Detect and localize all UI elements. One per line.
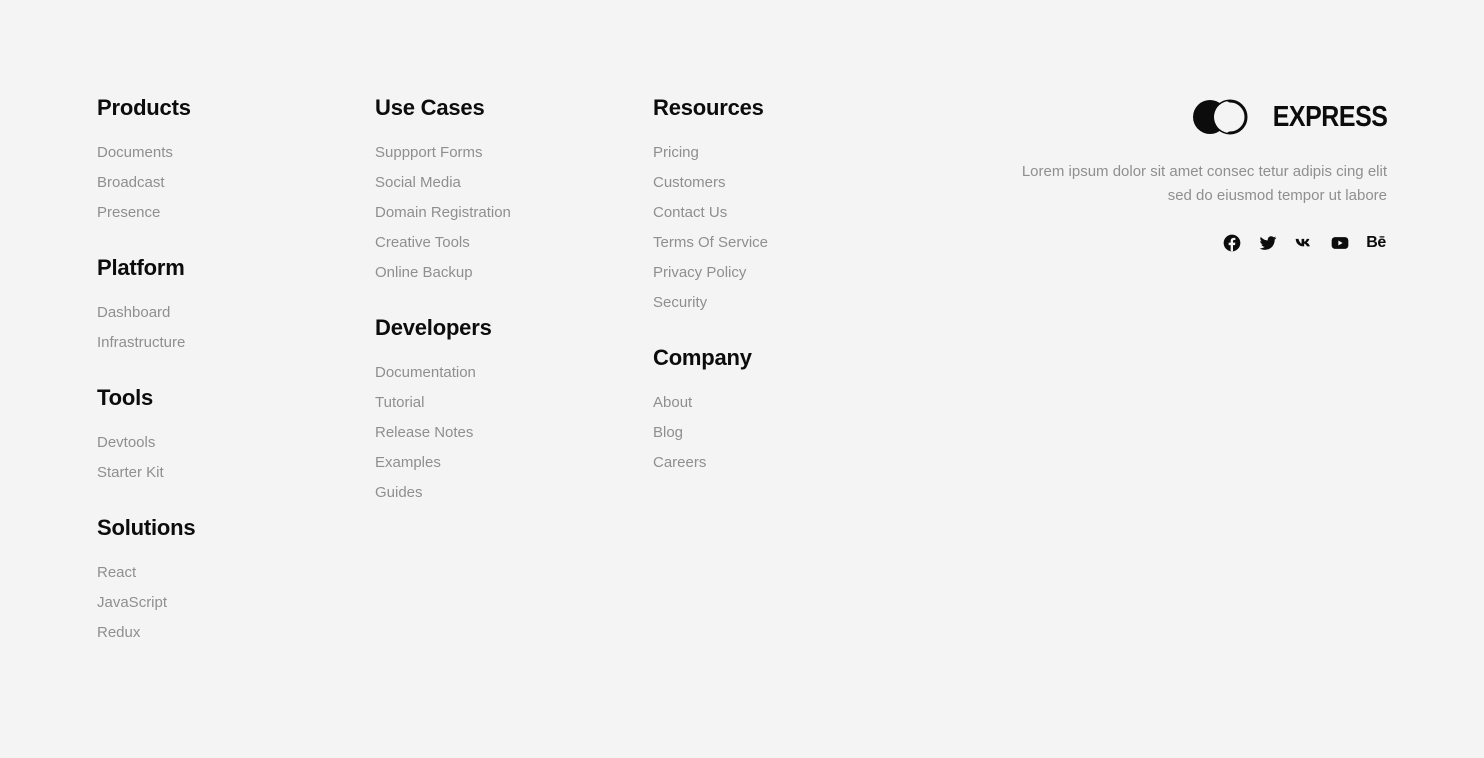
brand-name: EXPRESS: [1272, 100, 1387, 133]
footer-link-domain-registration[interactable]: Domain Registration: [375, 204, 511, 221]
brand-logo[interactable]: EXPRESS: [1192, 98, 1387, 136]
brand-description-line-1: Lorem ipsum dolor sit amet consec tetur …: [1021, 163, 1387, 180]
facebook-link[interactable]: [1221, 232, 1243, 254]
footer-link-guides[interactable]: Guides: [375, 484, 423, 501]
facebook-icon: [1223, 234, 1241, 252]
footer-group-tools: Tools Devtools Starter Kit: [97, 384, 357, 488]
group-heading: Developers: [375, 315, 492, 340]
footer-group-platform: Platform Dashboard Infrastructure: [97, 254, 357, 358]
footer-link-customers[interactable]: Customers: [653, 174, 726, 191]
footer-column-2: Use Cases Suppport Forms Social Media Do…: [375, 94, 635, 534]
footer-link-documentation[interactable]: Documentation: [375, 364, 476, 381]
footer-link-react[interactable]: React: [97, 564, 136, 581]
footer-link-pricing[interactable]: Pricing: [653, 144, 699, 161]
behance-icon: Bē: [1366, 234, 1386, 251]
brand-description: Lorem ipsum dolor sit amet consec tetur …: [967, 160, 1387, 208]
footer-link-contact-us[interactable]: Contact Us: [653, 204, 727, 221]
footer-link-redux[interactable]: Redux: [97, 624, 140, 641]
brand-block: EXPRESS Lorem ipsum dolor sit amet conse…: [967, 98, 1387, 254]
footer-link-careers[interactable]: Careers: [653, 454, 706, 471]
youtube-link[interactable]: [1329, 232, 1351, 254]
behance-link[interactable]: Bē: [1365, 232, 1387, 254]
group-heading: Use Cases: [375, 95, 485, 120]
footer-link-online-backup[interactable]: Online Backup: [375, 264, 473, 281]
vk-icon: [1295, 238, 1310, 247]
twitter-icon: [1259, 236, 1277, 250]
footer-link-support-forms[interactable]: Suppport Forms: [375, 144, 483, 161]
footer-column-3: Resources Pricing Customers Contact Us T…: [653, 94, 913, 504]
footer-link-javascript[interactable]: JavaScript: [97, 594, 167, 611]
footer-link-privacy-policy[interactable]: Privacy Policy: [653, 264, 746, 281]
footer-link-examples[interactable]: Examples: [375, 454, 441, 471]
footer-link-blog[interactable]: Blog: [653, 424, 683, 441]
footer-group-resources: Resources Pricing Customers Contact Us T…: [653, 94, 913, 318]
brand-description-line-2: sed do eiusmod tempor ut labore: [1167, 187, 1387, 204]
footer-link-terms-of-service[interactable]: Terms Of Service: [653, 234, 768, 251]
social-links: Bē: [967, 232, 1387, 254]
footer-column-1: Products Documents Broadcast Presence Pl…: [97, 94, 357, 674]
footer-link-documents[interactable]: Documents: [97, 144, 173, 161]
footer-group-products: Products Documents Broadcast Presence: [97, 94, 357, 228]
youtube-icon: [1331, 237, 1349, 249]
twitter-link[interactable]: [1257, 232, 1279, 254]
group-heading: Products: [97, 95, 191, 120]
footer-link-devtools[interactable]: Devtools: [97, 434, 155, 451]
footer-link-infrastructure[interactable]: Infrastructure: [97, 334, 185, 351]
footer-link-about[interactable]: About: [653, 394, 692, 411]
group-heading: Platform: [97, 255, 185, 280]
logo-mark-icon: [1192, 99, 1247, 135]
vk-link[interactable]: [1293, 232, 1315, 254]
footer-link-dashboard[interactable]: Dashboard: [97, 304, 170, 321]
footer-link-security[interactable]: Security: [653, 294, 707, 311]
footer-group-use-cases: Use Cases Suppport Forms Social Media Do…: [375, 94, 635, 288]
footer-link-release-notes[interactable]: Release Notes: [375, 424, 473, 441]
group-heading: Solutions: [97, 515, 196, 540]
footer-link-social-media[interactable]: Social Media: [375, 174, 461, 191]
footer-link-presence[interactable]: Presence: [97, 204, 160, 221]
footer-group-solutions: Solutions React JavaScript Redux: [97, 514, 357, 648]
group-heading: Company: [653, 345, 752, 370]
footer-group-developers: Developers Documentation Tutorial Releas…: [375, 314, 635, 508]
group-heading: Tools: [97, 385, 154, 410]
footer-group-company: Company About Blog Careers: [653, 344, 913, 478]
footer-link-creative-tools[interactable]: Creative Tools: [375, 234, 470, 251]
footer-link-tutorial[interactable]: Tutorial: [375, 394, 424, 411]
footer-link-broadcast[interactable]: Broadcast: [97, 174, 165, 191]
group-heading: Resources: [653, 95, 764, 120]
footer-link-starter-kit[interactable]: Starter Kit: [97, 464, 164, 481]
